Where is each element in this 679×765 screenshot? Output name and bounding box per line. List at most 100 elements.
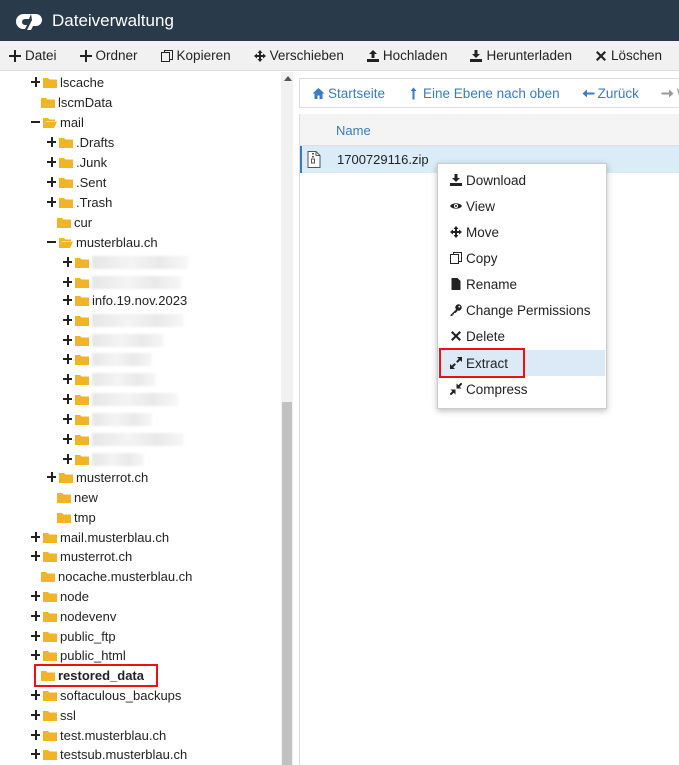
expand-icon[interactable] [47,157,57,167]
expand-icon[interactable] [63,434,73,444]
folder-open-icon [59,237,73,248]
menu-item-rename[interactable]: Rename [439,271,605,297]
tree-item-junk[interactable]: .Junk [47,152,107,172]
list-header: Name [300,114,679,146]
tree-item-redacted[interactable] [63,429,184,449]
tree-item-redacted[interactable] [63,310,184,330]
expand-icon[interactable] [63,354,73,364]
tree-item-lscmdata[interactable]: lscmData [41,92,112,112]
tree-item-cur[interactable]: cur [57,212,92,232]
tree-item-mail[interactable]: mail [31,112,84,132]
menu-item-view[interactable]: View [439,193,605,219]
expand-icon[interactable] [47,137,57,147]
expand-icon[interactable] [31,710,41,720]
expand-icon[interactable] [31,631,41,641]
expand-icon[interactable] [47,472,57,482]
scrollbar-thumb[interactable] [282,402,292,765]
expand-icon[interactable] [31,551,41,561]
tree-item-drafts[interactable]: .Drafts [47,132,114,152]
column-header-name[interactable]: Name [336,123,371,138]
move-button[interactable]: Verschieben [253,48,344,63]
expand-icon[interactable] [63,394,73,404]
tree-label: musterblau.ch [76,234,158,250]
expand-icon[interactable] [63,277,73,287]
menu-label: Download [466,172,527,188]
up-one-level-button[interactable]: Eine Ebene nach oben [407,86,560,101]
expand-icon[interactable] [63,414,73,424]
tree-item-nodevenv[interactable]: nodevenv [31,606,116,626]
expand-icon[interactable] [31,591,41,601]
menu-item-compress[interactable]: Compress [439,376,605,402]
tree-item-tmp[interactable]: tmp [57,507,96,527]
tree-item-softaculous[interactable]: softaculous_backups [31,685,181,705]
menu-item-copy[interactable]: Copy [439,245,605,271]
tree-item-sent[interactable]: .Sent [47,172,106,192]
copy-button[interactable]: Kopieren [160,48,231,63]
expand-icon[interactable] [47,197,57,207]
expand-icon[interactable] [47,177,57,187]
tree-item-redacted[interactable] [63,349,152,369]
menu-item-download[interactable]: Download [439,167,605,193]
tree-item-musterrot-inner[interactable]: musterrot.ch [47,467,148,487]
new-file-button[interactable]: Datei [9,48,57,63]
tree-item-test[interactable]: test.musterblau.ch [31,725,166,745]
tree-label: mail.musterblau.ch [60,529,170,545]
download-button[interactable]: Herunterladen [470,48,572,63]
scroll-up-arrow[interactable] [284,76,292,81]
tree-item-nocache[interactable]: nocache.musterblau.ch [41,566,192,586]
upload-button[interactable]: Hochladen [366,48,447,63]
tree-item-testsub[interactable]: testsub.musterblau.ch [31,744,187,764]
expand-icon[interactable] [31,690,41,700]
expand-icon[interactable] [31,77,41,87]
tree-item-info[interactable]: info.19.nov.2023 [63,290,187,310]
tree-item-trash[interactable]: .Trash [47,192,112,212]
tree-item-redacted[interactable] [63,389,178,409]
tree-item-mail-musterblau[interactable]: mail.musterblau.ch [31,527,169,547]
menu-item-delete[interactable]: Delete [439,323,605,349]
collapse-icon[interactable] [47,237,57,247]
tree-label: lscmData [58,94,113,110]
plus-icon [79,49,92,62]
expand-icon[interactable] [31,730,41,740]
tree-item-musterrot[interactable]: musterrot.ch [31,546,132,566]
cpanel-logo[interactable] [14,11,44,31]
expand-icon[interactable] [63,315,73,325]
tree-label: info.19.nov.2023 [92,292,188,308]
delete-button[interactable]: Löschen [595,48,662,63]
expand-icon[interactable] [31,749,41,759]
expand-icon[interactable] [31,532,41,542]
tree-item-new[interactable]: new [57,487,98,507]
tree-item-public-ftp[interactable]: public_ftp [31,626,116,646]
zip-file-icon [307,151,321,168]
tree-item-redacted[interactable] [63,272,182,292]
home-button[interactable]: Startseite [312,86,385,101]
expand-icon[interactable] [31,650,41,660]
tree-item-redacted[interactable] [63,449,144,469]
tree-item-redacted[interactable] [63,330,164,350]
tree-item-ssl[interactable]: ssl [31,705,76,725]
folder-icon [43,551,57,562]
tree-label: public_html [60,647,126,663]
expand-icon[interactable] [31,611,41,621]
back-button[interactable]: Zurück [582,86,639,101]
menu-item-move[interactable]: Move [439,219,605,245]
expand-icon[interactable] [63,374,73,384]
expand-icon[interactable] [63,257,73,267]
tree-item-node[interactable]: node [31,586,89,606]
tree-label: mail [60,114,84,130]
tree-item-redacted[interactable] [63,369,156,389]
tree-item-public-html[interactable]: public_html [31,645,126,665]
collapse-icon[interactable] [31,117,41,127]
directory-tree: lscache lscmData mail .Drafts .Junk .Sen… [0,72,281,765]
tree-item-redacted[interactable] [63,252,188,272]
folder-icon [41,571,55,582]
expand-icon[interactable] [63,295,73,305]
tree-item-redacted[interactable] [63,409,152,429]
new-folder-button[interactable]: Ordner [79,48,138,63]
expand-icon[interactable] [63,454,73,464]
tree-item-lscache[interactable]: lscache [31,72,104,92]
menu-item-change-permissions[interactable]: Change Permissions [439,297,605,323]
expand-icon[interactable] [63,335,73,345]
tree-item-musterblau[interactable]: musterblau.ch [47,232,158,252]
forward-button[interactable]: We [661,86,679,101]
